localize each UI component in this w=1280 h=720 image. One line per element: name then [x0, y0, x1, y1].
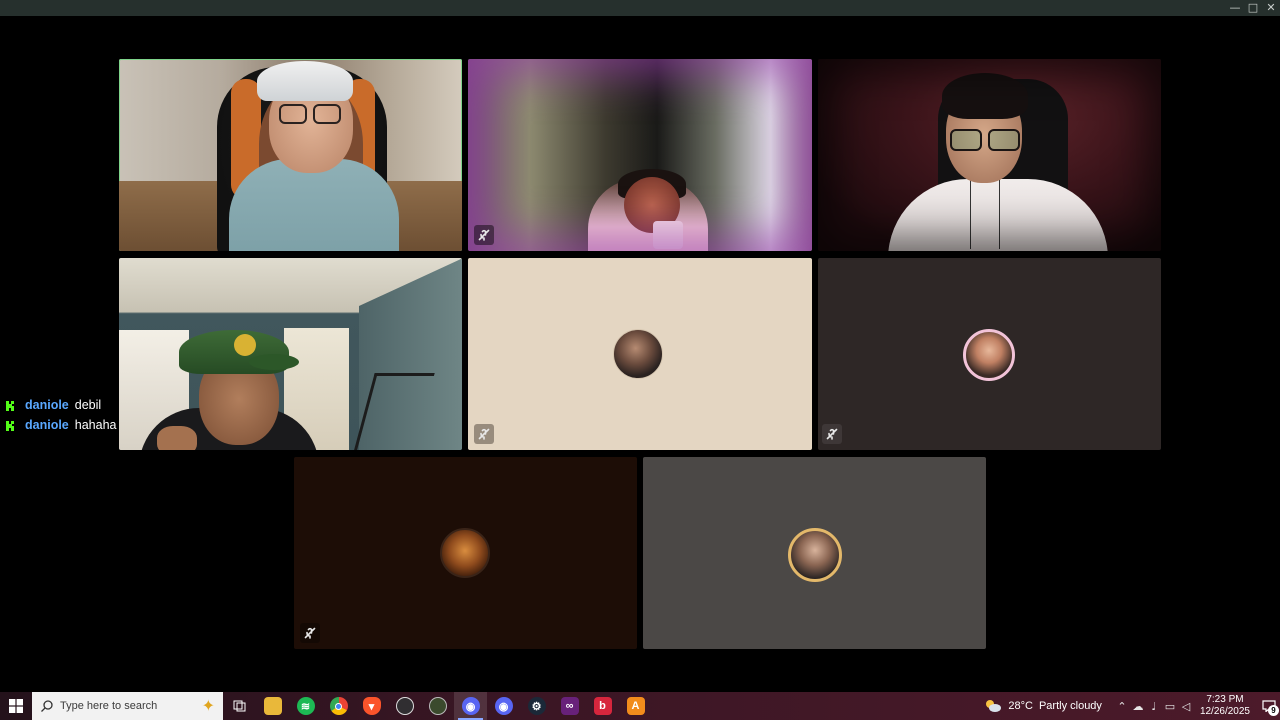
- taskbar-visual-studio[interactable]: ∞: [553, 692, 586, 720]
- participant-tile-3[interactable]: [818, 59, 1161, 251]
- taskbar-file-explorer[interactable]: [256, 692, 289, 720]
- participant-tile-4[interactable]: [119, 258, 462, 450]
- search-placeholder: Type here to search: [60, 700, 158, 712]
- chat-username[interactable]: daniole: [25, 418, 69, 432]
- notification-badge: 9: [1268, 705, 1279, 716]
- weather-temp: 28°C: [1008, 700, 1033, 712]
- search-icon: [41, 700, 53, 712]
- globe-icon: [428, 697, 447, 715]
- video-person-cap: [257, 61, 353, 101]
- clock-date: 12/26/2025: [1199, 706, 1250, 717]
- cloud-sync-icon[interactable]: ☁: [1130, 700, 1146, 713]
- spotify-icon: ≋: [296, 697, 315, 715]
- participant-tile-1[interactable]: [119, 59, 462, 251]
- taskbar-app-red[interactable]: b: [586, 692, 619, 720]
- participant-avatar: [963, 329, 1015, 381]
- visual-studio-icon: ∞: [560, 697, 579, 715]
- partly-cloudy-icon: [984, 699, 1002, 713]
- taskbar-discord-active[interactable]: ◉: [454, 692, 487, 720]
- taskbar-search-box[interactable]: Type here to search ✦: [32, 692, 223, 720]
- participant-avatar: [440, 528, 490, 578]
- app-red-icon: b: [593, 697, 612, 715]
- weather-widget[interactable]: 28°C Partly cloudy: [984, 699, 1102, 713]
- close-button[interactable]: ✕: [1262, 0, 1280, 16]
- system-tray: 28°C Partly cloudy ⌃ ☁ ♩ ▭ ◁ 7:23 PM 12/…: [984, 692, 1280, 720]
- folder-icon: [263, 697, 282, 715]
- video-glasses: [279, 104, 307, 124]
- taskbar-chrome[interactable]: [322, 692, 355, 720]
- discord-icon: ◉: [461, 697, 480, 715]
- steam-icon: ⚙: [527, 697, 546, 715]
- microphone-icon[interactable]: ♩: [1146, 700, 1162, 713]
- kick-icon: [6, 400, 16, 411]
- muted-mic-icon: [474, 225, 494, 245]
- chrome-icon: [329, 697, 348, 715]
- obs-icon: [395, 697, 414, 715]
- participant-avatar: [788, 528, 842, 582]
- weather-condition: Partly cloudy: [1038, 700, 1102, 712]
- video-vignette: [818, 59, 1161, 251]
- kick-icon: [6, 420, 16, 431]
- taskbar-clock[interactable]: 7:23 PM 12/26/2025: [1200, 694, 1250, 718]
- chat-message: daniole hahaha: [6, 415, 116, 435]
- taskbar-app-orange[interactable]: A: [619, 692, 652, 720]
- video-cap-badge: [234, 334, 256, 356]
- video-person-hand: [157, 426, 197, 450]
- muted-mic-icon: [822, 424, 842, 444]
- video-vignette: [468, 59, 812, 251]
- minimize-button[interactable]: —: [1226, 0, 1244, 16]
- taskbar-brave[interactable]: ▾: [355, 692, 388, 720]
- video-cap-bill: [249, 354, 299, 370]
- sparkle-icon: ✦: [201, 698, 215, 715]
- participant-tile-7[interactable]: [294, 457, 637, 649]
- taskbar-app-globe[interactable]: [421, 692, 454, 720]
- call-stage: daniole debil daniole hahaha: [0, 16, 1280, 692]
- volume-icon[interactable]: ◁: [1178, 700, 1194, 713]
- windows-logo-icon: [9, 699, 23, 713]
- video-glasses: [313, 104, 341, 124]
- task-view-icon: [233, 700, 245, 712]
- chat-username[interactable]: daniole: [25, 398, 69, 412]
- chat-overlay: daniole debil daniole hahaha: [6, 395, 116, 435]
- notification-center-button[interactable]: 9: [1258, 692, 1280, 720]
- taskbar: Type here to search ✦ ≋ ▾ ◉ ◉ ⚙ ∞ b A 28…: [0, 692, 1280, 720]
- taskbar-spotify[interactable]: ≋: [289, 692, 322, 720]
- participant-tile-2[interactable]: [468, 59, 812, 251]
- discord-icon: ◉: [494, 697, 513, 715]
- maximize-button[interactable]: □: [1244, 0, 1262, 16]
- chat-text: hahaha: [74, 418, 117, 432]
- muted-mic-icon: [474, 424, 494, 444]
- network-icon[interactable]: ▭: [1162, 700, 1178, 713]
- taskbar-steam[interactable]: ⚙: [520, 692, 553, 720]
- participant-tile-5[interactable]: [468, 258, 812, 450]
- brave-icon: ▾: [362, 697, 381, 715]
- windows-start-button[interactable]: [0, 692, 32, 720]
- task-view-button[interactable]: [223, 692, 256, 720]
- chat-message: daniole debil: [6, 395, 116, 415]
- muted-mic-icon: [300, 623, 320, 643]
- taskbar-discord[interactable]: ◉: [487, 692, 520, 720]
- participant-tile-6[interactable]: [818, 258, 1161, 450]
- clock-time: 7:23 PM: [1206, 694, 1244, 705]
- chevron-up-icon[interactable]: ⌃: [1114, 700, 1130, 713]
- taskbar-obs[interactable]: [388, 692, 421, 720]
- app-orange-icon: A: [626, 697, 645, 715]
- participant-avatar: [613, 329, 663, 379]
- window-titlebar: — □ ✕: [0, 0, 1280, 16]
- participant-tile-8[interactable]: [643, 457, 986, 649]
- chat-text: debil: [74, 398, 102, 412]
